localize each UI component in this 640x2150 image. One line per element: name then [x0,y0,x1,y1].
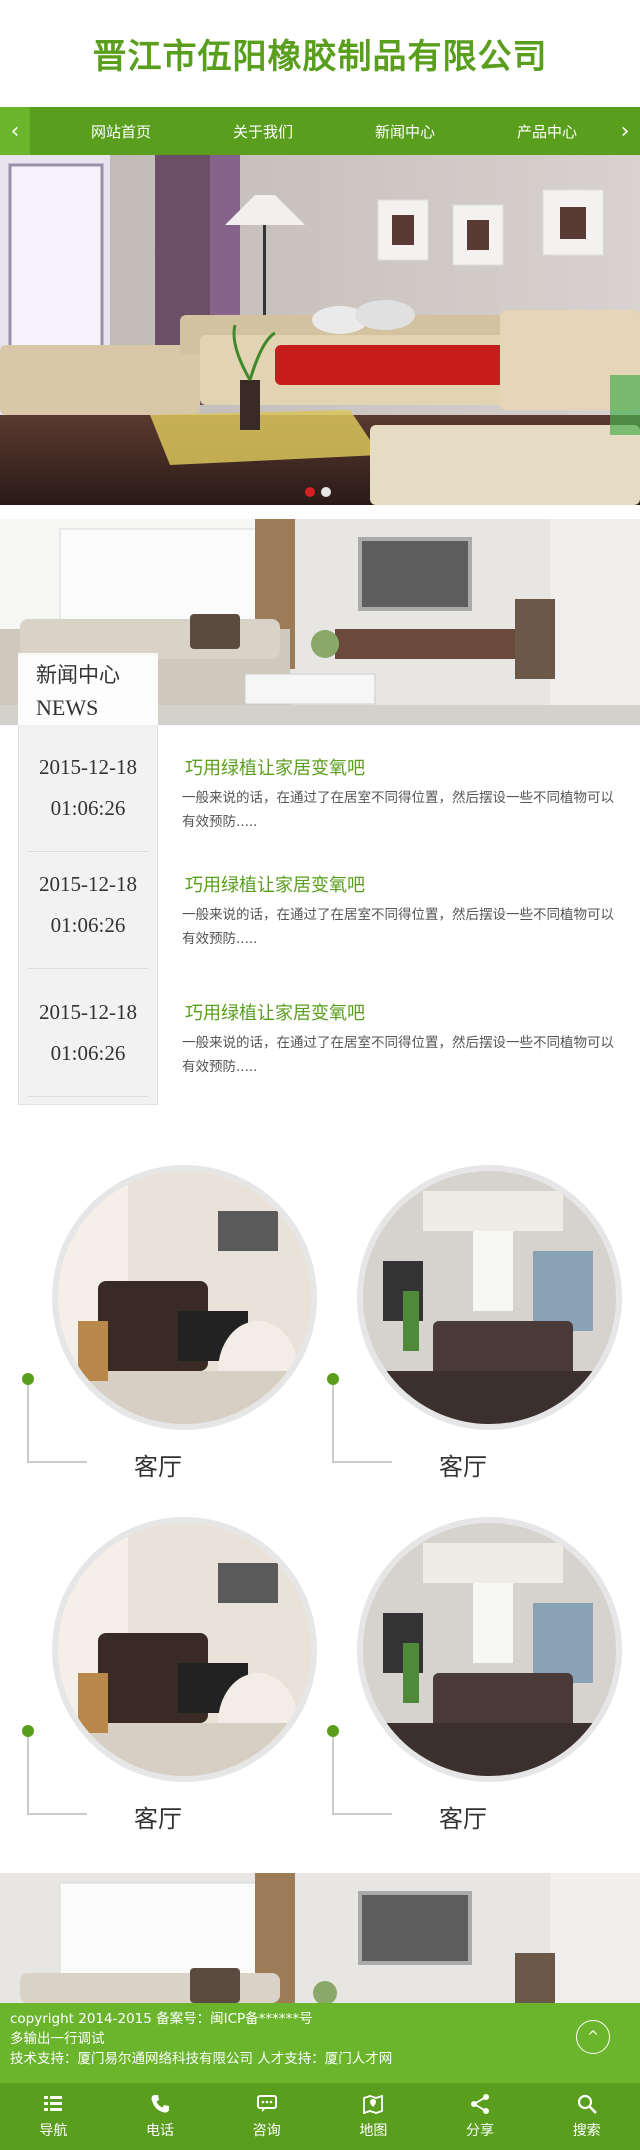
tech-support-text: 技术支持：厦门易尔通网络科技有限公司 人才支持：厦门人才网 [10,2051,393,2067]
search-icon [577,2094,597,2114]
back-to-top-icon[interactable]: ^ [576,2020,610,2054]
news-summary: 一般来说的话，在通过了在居室不同得位置，然后摆设一些不同植物可以有效预防....… [182,1035,614,1075]
footer-debug-text: 多输出一行调试 [10,2031,105,2047]
map-icon [363,2094,384,2115]
case-image-frame[interactable] [357,1165,622,1430]
main-nav: ‹ 网站首页 关于我们 新闻中心 产品中心 › [0,107,640,155]
case-image [363,1171,616,1424]
footer-image [0,1873,640,2003]
nav-next-arrow-icon[interactable]: › [610,107,640,155]
decor-line [27,1461,87,1463]
decor-dot [22,1725,34,1737]
nav-item-about[interactable]: 关于我们 [192,121,334,142]
nav-item-home[interactable]: 网站首页 [50,121,192,142]
decor-line [332,1461,392,1463]
case-label[interactable]: 客厅 [439,1447,487,1482]
footer-background-image [0,1873,640,2003]
case-card[interactable]: 客厅 [327,1165,622,1495]
decor-line [332,1813,392,1815]
copyright-text: copyright 2014-2015 备案号：闽ICP备******号 [10,2011,313,2027]
banner-image [0,155,640,505]
menu-icon [44,2096,63,2111]
toolbar-label: 地图 [359,2123,388,2139]
case-card[interactable]: 客厅 [22,1165,317,1495]
decor-line [332,1730,334,1813]
decor-dot [327,1373,339,1385]
hero-banner[interactable] [0,155,640,505]
toolbar-phone-button[interactable]: 电话 [107,2083,214,2150]
case-image-frame[interactable] [52,1517,317,1782]
toolbar-share-button[interactable]: 分享 [427,2083,534,2150]
news-item[interactable]: 2015-12-18 01:06:26 巧用绿植让家居变氧吧 一般来说的话，在通… [18,841,623,969]
news-date-day: 2015-12-18 [39,755,137,779]
banner-dot-2[interactable] [321,487,331,497]
case-image [58,1171,311,1424]
news-heading-en: NEWS [36,695,99,720]
site-footer: copyright 2014-2015 备案号：闽ICP备******号 多输出… [0,2003,640,2083]
case-image [58,1523,311,1776]
news-date-time: 01:06:26 [50,913,126,937]
toolbar-label: 分享 [466,2123,495,2139]
decor-dot [22,1373,34,1385]
phone-icon [151,2095,169,2113]
toolbar-search-button[interactable]: 搜索 [533,2083,640,2150]
banner-pagination [305,487,331,497]
bottom-toolbar: 导航 电话 咨询 地图 分享 搜索 [0,2083,640,2150]
news-date: 2015-12-18 01:06:26 [18,724,158,852]
news-date-time: 01:06:26 [50,1041,126,1065]
news-title-link[interactable]: 巧用绿植让家居变氧吧 [185,871,365,897]
news-date-time: 01:06:26 [50,796,126,820]
nav-item-news[interactable]: 新闻中心 [334,121,476,142]
case-image-frame[interactable] [52,1165,317,1430]
company-name: 晋江市伍阳橡胶制品有限公司 [92,37,548,77]
banner-dot-1[interactable] [305,487,315,497]
news-date: 2015-12-18 01:06:26 [18,841,158,969]
news-title-link[interactable]: 巧用绿植让家居变氧吧 [185,999,365,1025]
toolbar-label: 导航 [39,2123,68,2139]
case-image-frame[interactable] [357,1517,622,1782]
news-summary: 一般来说的话，在通过了在居室不同得位置，然后摆设一些不同植物可以有效预防....… [182,907,614,947]
decor-line [27,1378,29,1461]
news-date-day: 2015-12-18 [39,1000,137,1024]
decor-dot [327,1725,339,1737]
decor-line [332,1378,334,1461]
news-summary: 一般来说的话，在通过了在居室不同得位置，然后摆设一些不同植物可以有效预防....… [182,790,614,830]
nav-prev-arrow-icon[interactable]: ‹ [0,107,30,155]
toolbar-map-button[interactable]: 地图 [320,2083,427,2150]
news-date-day: 2015-12-18 [39,872,137,896]
news-item[interactable]: 2015-12-18 01:06:26 巧用绿植让家居变氧吧 一般来说的话，在通… [18,724,623,852]
case-image [363,1523,616,1776]
case-card[interactable]: 客厅 [22,1517,317,1847]
share-icon [471,2094,490,2114]
case-label[interactable]: 客厅 [134,1447,182,1482]
case-label[interactable]: 客厅 [439,1799,487,1834]
news-title-link[interactable]: 巧用绿植让家居变氧吧 [185,754,365,780]
news-date: 2015-12-18 01:06:26 [18,969,158,1097]
toolbar-label: 搜索 [572,2123,601,2139]
toolbar-consult-button[interactable]: 咨询 [213,2083,320,2150]
news-heading: 新闻中心 NEWS [18,653,158,725]
decor-line [27,1730,29,1813]
site-header: 晋江市伍阳橡胶制品有限公司 [0,0,640,107]
news-item[interactable]: 2015-12-18 01:06:26 巧用绿植让家居变氧吧 一般来说的话，在通… [18,969,623,1097]
toolbar-nav-button[interactable]: 导航 [0,2083,107,2150]
case-card[interactable]: 客厅 [327,1517,622,1847]
decor-line [27,1813,87,1815]
toolbar-label: 咨询 [252,2123,281,2139]
case-label[interactable]: 客厅 [134,1799,182,1834]
chat-icon [256,2095,277,2112]
nav-list: 网站首页 关于我们 新闻中心 产品中心 [30,121,640,142]
news-heading-cn: 新闻中心 [36,663,120,687]
divider [28,1096,148,1097]
nav-item-products[interactable]: 产品中心 [476,121,618,142]
toolbar-label: 电话 [146,2123,174,2139]
